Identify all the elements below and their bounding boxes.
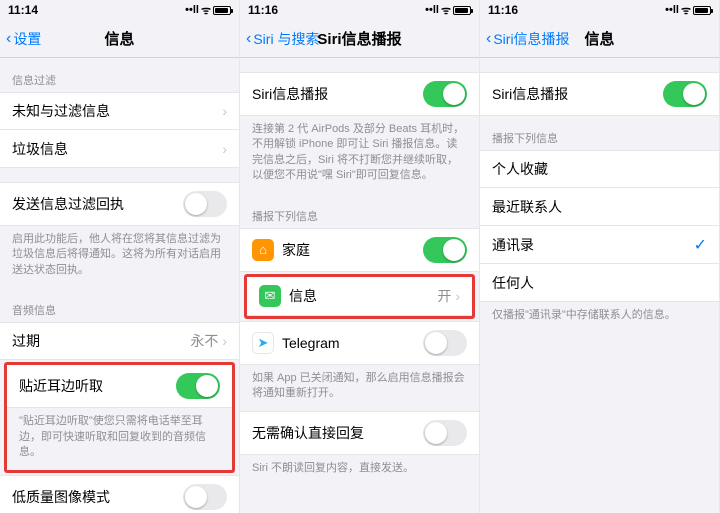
- status-time: 11:16: [248, 3, 278, 17]
- row-app-messages[interactable]: ✉︎信息 开›: [247, 277, 472, 316]
- row-unknown-filtered[interactable]: 未知与过滤信息 ›: [0, 92, 239, 130]
- toggle-siri-announce[interactable]: [663, 81, 707, 107]
- toggle-reply-no-confirm[interactable]: [423, 420, 467, 446]
- section-header-announce-from: 播报下列信息: [480, 116, 719, 150]
- row-raise-to-listen[interactable]: 贴近耳边听取: [7, 365, 232, 408]
- toggle-app-telegram[interactable]: [423, 330, 467, 356]
- back-button[interactable]: ‹Siri信息播报: [486, 29, 570, 49]
- chevron-left-icon: ‹: [246, 31, 251, 47]
- toggle-filter-receipt[interactable]: [183, 191, 227, 217]
- row-app-home[interactable]: ⌂家庭: [240, 228, 479, 272]
- status-time: 11:14: [8, 3, 38, 17]
- section-header-audio: 音频信息: [0, 288, 239, 322]
- checkmark-icon: ✓: [694, 235, 707, 255]
- footer-apps: 如果 App 已关闭通知，那么启用信息播报会将通知重新打开。: [240, 365, 479, 412]
- highlight-raise-to-listen: 贴近耳边听取 "贴近耳边听取"使您只需将电话举至耳边，即可快速听取和回复收到的音…: [4, 362, 235, 473]
- back-button[interactable]: ‹设置: [6, 29, 41, 49]
- row-siri-announce[interactable]: Siri信息播报: [240, 72, 479, 116]
- settings-list: 信息过滤 未知与过滤信息 › 垃圾信息 › 发送信息过滤回执 启用此功能后，他人…: [0, 58, 239, 513]
- status-right: ••llᯤ: [665, 3, 711, 18]
- navbar: ‹Siri信息播报 信息: [480, 20, 719, 58]
- footer-siri-announce: 连接第 2 代 AirPods 及部分 Beats 耳机时，不用解锁 iPhon…: [240, 116, 479, 194]
- chevron-left-icon: ‹: [6, 31, 11, 47]
- messages-icon: ✉︎: [259, 285, 281, 307]
- chevron-right-icon: ›: [455, 288, 460, 304]
- row-everyone[interactable]: 任何人: [480, 264, 719, 302]
- status-bar: 11:14 ••llᯤ: [0, 0, 239, 20]
- section-header-filter: 信息过滤: [0, 58, 239, 92]
- row-low-quality[interactable]: 低质量图像模式: [0, 475, 239, 513]
- footer-raise-to-listen: "贴近耳边听取"使您只需将电话举至耳边，即可快速听取和回复收到的音频信息。: [7, 408, 232, 470]
- navbar: ‹Siri 与搜索 Siri信息播报: [240, 20, 479, 58]
- navbar: ‹设置 信息: [0, 20, 239, 58]
- row-siri-announce[interactable]: Siri信息播报: [480, 72, 719, 116]
- settings-list: Siri信息播报 连接第 2 代 AirPods 及部分 Beats 耳机时，不…: [240, 58, 479, 513]
- section-header-announce-from: 播报下列信息: [240, 194, 479, 228]
- toggle-low-quality[interactable]: [183, 484, 227, 510]
- back-button[interactable]: ‹Siri 与搜索: [246, 29, 319, 49]
- row-junk[interactable]: 垃圾信息 ›: [0, 130, 239, 168]
- status-bar: 11:16 ••llᯤ: [480, 0, 719, 20]
- toggle-app-home[interactable]: [423, 237, 467, 263]
- row-app-telegram[interactable]: ➤Telegram: [240, 321, 479, 365]
- settings-list: Siri信息播报 播报下列信息 个人收藏 最近联系人 通讯录 ✓ 任何人 仅播报…: [480, 58, 719, 513]
- home-icon: ⌂: [252, 239, 274, 261]
- footer-filter-receipt: 启用此功能后，他人将在您将其信息过滤为垃圾信息后将得通知。这将为所有对话启用送达…: [0, 226, 239, 288]
- toggle-raise-to-listen[interactable]: [176, 373, 220, 399]
- chevron-right-icon: ›: [222, 141, 227, 157]
- chevron-left-icon: ‹: [486, 31, 491, 47]
- row-recents[interactable]: 最近联系人: [480, 188, 719, 226]
- row-expire[interactable]: 过期 永不›: [0, 322, 239, 360]
- pane-messages-settings: 11:14 ••llᯤ ‹设置 信息 信息过滤 未知与过滤信息 › 垃圾信息 ›…: [0, 0, 240, 513]
- chevron-right-icon: ›: [222, 333, 227, 349]
- telegram-icon: ➤: [252, 332, 274, 354]
- footer-announce-from: 仅播报"通讯录"中存储联系人的信息。: [480, 302, 719, 333]
- status-right: ••llᯤ: [425, 3, 471, 18]
- row-favorites[interactable]: 个人收藏: [480, 150, 719, 188]
- status-time: 11:16: [488, 3, 518, 17]
- row-filter-receipt[interactable]: 发送信息过滤回执: [0, 182, 239, 226]
- chevron-right-icon: ›: [222, 103, 227, 119]
- row-contacts[interactable]: 通讯录 ✓: [480, 226, 719, 264]
- toggle-siri-announce[interactable]: [423, 81, 467, 107]
- row-reply-no-confirm[interactable]: 无需确认直接回复: [240, 411, 479, 455]
- pane-siri-announce: 11:16 ••llᯤ ‹Siri 与搜索 Siri信息播报 Siri信息播报 …: [240, 0, 480, 513]
- status-right: ••llᯤ: [185, 3, 231, 18]
- footer-no-confirm: Siri 不朗读回复内容，直接发送。: [240, 455, 479, 486]
- highlight-messages-row: ✉︎信息 开›: [244, 274, 475, 319]
- status-bar: 11:16 ••llᯤ: [240, 0, 479, 20]
- pane-announce-messages: 11:16 ••llᯤ ‹Siri信息播报 信息 Siri信息播报 播报下列信息…: [480, 0, 720, 513]
